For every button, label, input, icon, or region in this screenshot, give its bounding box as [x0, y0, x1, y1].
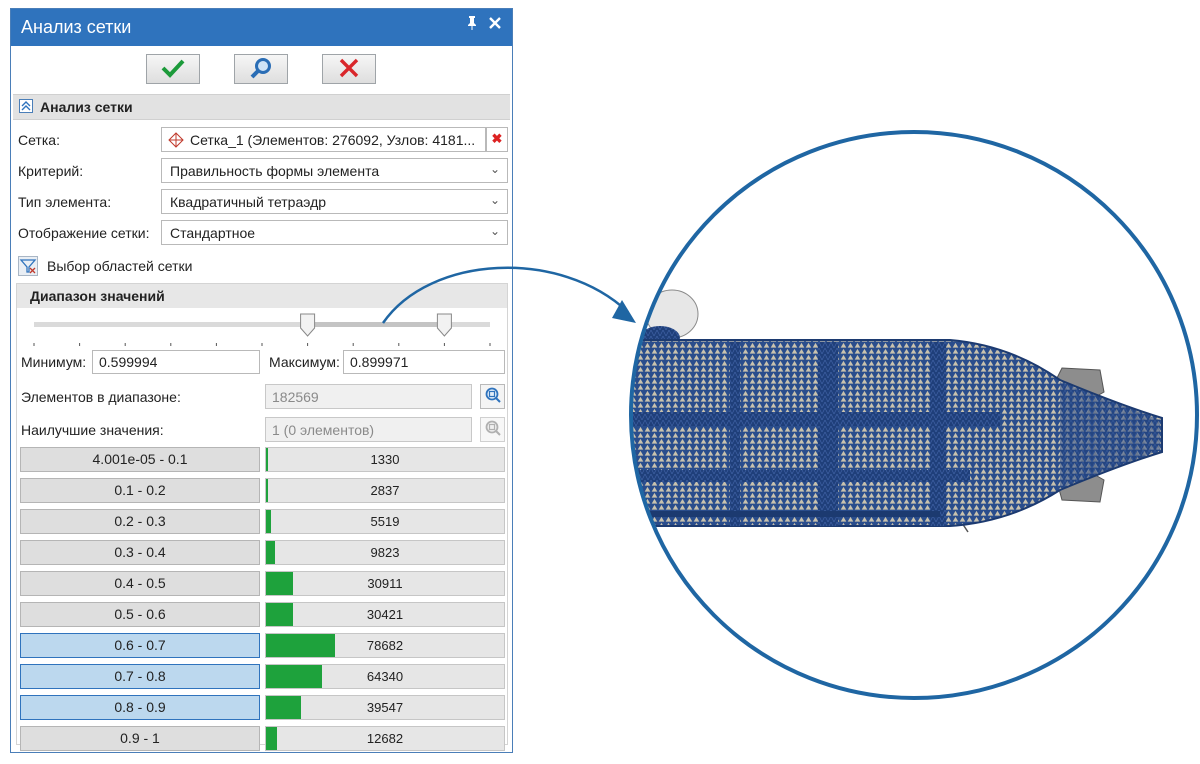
histogram-row[interactable]: 0.6 - 0.7 78682	[20, 633, 505, 658]
criterion-select[interactable]: Правильность формы элемента ⌄	[161, 158, 508, 183]
histogram-row[interactable]: 0.4 - 0.5 30911	[20, 571, 505, 596]
cross-icon	[338, 58, 360, 81]
histogram-range-button[interactable]: 0.4 - 0.5	[20, 571, 260, 596]
section-header[interactable]: Анализ сетки	[13, 94, 510, 120]
display-select[interactable]: Стандартное ⌄	[161, 220, 508, 245]
min-label: Минимум:	[21, 354, 87, 370]
element-type-select[interactable]: Квадратичный тетраэдр ⌄	[161, 189, 508, 214]
histogram-range-button[interactable]: 0.7 - 0.8	[20, 664, 260, 689]
histogram-row[interactable]: 0.7 - 0.8 64340	[20, 664, 505, 689]
histogram-bar-cell: 78682	[265, 633, 505, 658]
histogram-range-button[interactable]: 0.1 - 0.2	[20, 478, 260, 503]
checkmark-icon	[160, 58, 186, 81]
max-input[interactable]: 0.899971	[343, 350, 505, 374]
range-title: Диапазон значений	[30, 288, 165, 304]
mesh-value: Сетка_1 (Элементов: 276092, Узлов: 4181.…	[190, 132, 476, 148]
criterion-label: Критерий:	[18, 163, 84, 179]
in-range-label: Элементов в диапазоне:	[21, 389, 181, 405]
show-best-button	[480, 417, 505, 442]
histogram-row[interactable]: 0.2 - 0.3 5519	[20, 509, 505, 534]
histogram-bar-cell: 1330	[265, 447, 505, 472]
close-icon[interactable]	[488, 15, 502, 35]
chevron-down-icon: ⌄	[489, 193, 500, 207]
histogram-range-button[interactable]: 0.2 - 0.3	[20, 509, 260, 534]
in-range-field: 182569	[265, 384, 472, 409]
histogram-bar-cell: 9823	[265, 540, 505, 565]
mesh-model	[631, 289, 1163, 533]
collapse-icon[interactable]	[19, 99, 33, 113]
histogram-row[interactable]: 0.5 - 0.6 30421	[20, 602, 505, 627]
mesh-analysis-panel: Анализ сетки Анализ сетки Сетка: Сетка_1…	[10, 8, 513, 753]
histogram-row[interactable]: 0.9 - 1 12682	[20, 726, 505, 751]
element-type-label: Тип элемента:	[18, 194, 112, 210]
section-title: Анализ сетки	[40, 99, 133, 115]
histogram-count: 1330	[370, 452, 400, 467]
mesh-icon	[168, 132, 184, 151]
histogram-range-button[interactable]: 0.6 - 0.7	[20, 633, 260, 658]
zoom-icon	[484, 419, 502, 440]
slider-thumb-max[interactable]	[436, 313, 452, 337]
range-slider[interactable]	[17, 308, 507, 350]
histogram-count: 30911	[367, 576, 403, 591]
histogram-range-button[interactable]: 4.001e-05 - 0.1	[20, 447, 260, 472]
histogram-bar-cell: 30911	[265, 571, 505, 596]
region-select-label: Выбор областей сетки	[47, 258, 193, 274]
histogram-count: 30421	[366, 607, 404, 622]
histogram-range-button[interactable]: 0.3 - 0.4	[20, 540, 260, 565]
histogram-row[interactable]: 4.001e-05 - 0.1 1330	[20, 447, 505, 472]
histogram-count: 12682	[366, 731, 404, 746]
display-value: Стандартное	[170, 225, 256, 241]
chevron-down-icon: ⌄	[489, 162, 500, 176]
show-in-range-button[interactable]	[480, 384, 505, 409]
histogram-range-button[interactable]: 0.8 - 0.9	[20, 695, 260, 720]
histogram-bar-cell: 39547	[265, 695, 505, 720]
region-filter-icon	[18, 256, 38, 276]
criterion-value: Правильность формы элемента	[170, 163, 380, 179]
mesh-label: Сетка:	[18, 132, 60, 148]
histogram-range-button[interactable]: 0.9 - 1	[20, 726, 260, 751]
arrow-head-icon	[612, 300, 636, 323]
range-header: Диапазон значений	[17, 284, 507, 308]
min-input[interactable]: 0.599994	[92, 350, 260, 374]
cancel-button[interactable]	[322, 54, 376, 84]
histogram-count: 2837	[370, 483, 400, 498]
histogram-count: 9823	[370, 545, 400, 560]
mesh-field[interactable]: Сетка_1 (Элементов: 276092, Узлов: 4181.…	[161, 127, 486, 152]
histogram-range-button[interactable]: 0.5 - 0.6	[20, 602, 260, 627]
histogram-count: 64340	[366, 669, 404, 684]
close-icon: ✖	[491, 131, 503, 146]
histogram-bar-cell: 2837	[265, 478, 505, 503]
range-group: Диапазон значений Минимум: 0.599994 Макс…	[16, 283, 508, 751]
display-label: Отображение сетки:	[18, 225, 150, 241]
magnifier-icon	[248, 57, 274, 82]
pin-icon[interactable]	[465, 15, 479, 36]
title-bar: Анализ сетки	[11, 9, 512, 46]
preview-button[interactable]	[234, 54, 288, 84]
best-values-field: 1 (0 элементов)	[265, 417, 472, 442]
histogram-bar-cell: 5519	[265, 509, 505, 534]
window-title: Анализ сетки	[21, 17, 132, 37]
histogram-bar-cell: 12682	[265, 726, 505, 751]
mesh-clear-button[interactable]: ✖	[486, 127, 508, 152]
best-values-label: Наилучшие значения:	[21, 422, 164, 438]
chevron-down-icon: ⌄	[489, 224, 500, 238]
toolbar	[11, 46, 512, 94]
histogram-count: 5519	[370, 514, 400, 529]
zoom-icon	[484, 386, 502, 407]
histogram-count: 39547	[366, 700, 404, 715]
histogram-row[interactable]: 0.8 - 0.9 39547	[20, 695, 505, 720]
histogram-bar-cell: 30421	[265, 602, 505, 627]
slider-thumb-min[interactable]	[300, 313, 316, 337]
range-slider-track[interactable]	[17, 308, 509, 350]
histogram-bar-cell: 64340	[265, 664, 505, 689]
max-label: Максимум:	[269, 354, 340, 370]
histogram-count: 78682	[366, 638, 404, 653]
element-type-value: Квадратичный тетраэдр	[170, 194, 327, 210]
ok-button[interactable]	[146, 54, 200, 84]
histogram-row[interactable]: 0.3 - 0.4 9823	[20, 540, 505, 565]
histogram-row[interactable]: 0.1 - 0.2 2837	[20, 478, 505, 503]
